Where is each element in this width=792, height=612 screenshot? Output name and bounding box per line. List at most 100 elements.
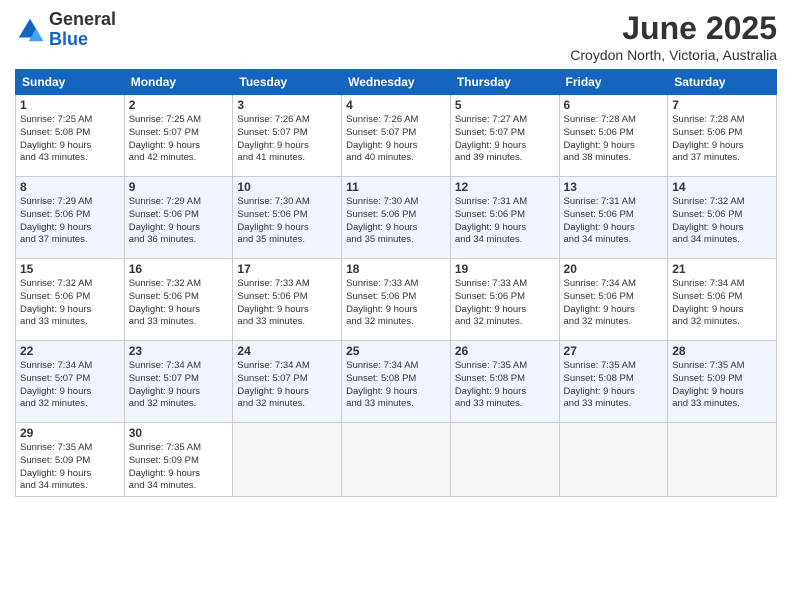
day-info: Sunrise: 7:26 AM Sunset: 5:07 PM Dayligh… xyxy=(346,114,446,165)
header-tuesday: Tuesday xyxy=(233,70,342,95)
day-info: Sunrise: 7:32 AM Sunset: 5:06 PM Dayligh… xyxy=(129,278,229,329)
logo: General Blue xyxy=(15,10,116,50)
calendar-row: 8Sunrise: 7:29 AM Sunset: 5:06 PM Daylig… xyxy=(16,177,777,259)
day-info: Sunrise: 7:31 AM Sunset: 5:06 PM Dayligh… xyxy=(455,196,555,247)
calendar-table: Sunday Monday Tuesday Wednesday Thursday… xyxy=(15,69,777,497)
header-row: Sunday Monday Tuesday Wednesday Thursday… xyxy=(16,70,777,95)
table-row: 9 Sunrise: 7:29 AM Sunset: 5:06 PM Daylig… xyxy=(124,177,233,259)
table-row: 27Sunrise: 7:35 AM Sunset: 5:08 PM Dayli… xyxy=(559,341,668,423)
table-row: 8Sunrise: 7:29 AM Sunset: 5:06 PM Daylig… xyxy=(16,177,125,259)
day-number: 2 xyxy=(129,98,229,112)
day-number: 24 xyxy=(237,344,337,358)
day-info: Sunrise: 7:30 AM Sunset: 5:06 PM Dayligh… xyxy=(237,196,337,247)
day-info: Sunrise: 7:35 AM Sunset: 5:09 PM Dayligh… xyxy=(129,442,229,493)
day-info: Sunrise: 7:29 AM Sunset: 5:06 PM Dayligh… xyxy=(20,196,120,247)
day-number: 3 xyxy=(237,98,337,112)
day-info: Sunrise: 7:28 AM Sunset: 5:06 PM Dayligh… xyxy=(672,114,772,165)
table-row: 10 Sunrise: 7:30 AM Sunset: 5:06 PM Dayli… xyxy=(233,177,342,259)
calendar-row: 29 Sunrise: 7:35 AM Sunset: 5:09 PM Dayli… xyxy=(16,423,777,497)
day-number: 6 xyxy=(564,98,664,112)
table-row: 13 Sunrise: 7:31 AM Sunset: 5:06 PM Dayli… xyxy=(559,177,668,259)
day-number: 5 xyxy=(455,98,555,112)
calendar-row: 22 Sunrise: 7:34 AM Sunset: 5:07 PM Dayli… xyxy=(16,341,777,423)
day-number: 26 xyxy=(455,344,555,358)
logo-icon xyxy=(15,15,45,45)
day-info: Sunrise: 7:35 AM Sunset: 5:08 PM Dayligh… xyxy=(455,360,555,411)
table-row: 7Sunrise: 7:28 AM Sunset: 5:06 PM Daylig… xyxy=(668,95,777,177)
day-info: Sunrise: 7:32 AM Sunset: 5:06 PM Dayligh… xyxy=(672,196,772,247)
table-row xyxy=(559,423,668,497)
location-subtitle: Croydon North, Victoria, Australia xyxy=(570,47,777,63)
table-row: 30 Sunrise: 7:35 AM Sunset: 5:09 PM Dayli… xyxy=(124,423,233,497)
day-info: Sunrise: 7:34 AM Sunset: 5:08 PM Dayligh… xyxy=(346,360,446,411)
table-row: 18 Sunrise: 7:33 AM Sunset: 5:06 PM Dayli… xyxy=(342,259,451,341)
page: General Blue June 2025 Croydon North, Vi… xyxy=(0,0,792,612)
header-sunday: Sunday xyxy=(16,70,125,95)
calendar-body: 1 Sunrise: 7:25 AM Sunset: 5:08 PM Daylig… xyxy=(16,95,777,497)
day-info: Sunrise: 7:34 AM Sunset: 5:06 PM Dayligh… xyxy=(672,278,772,329)
header-friday: Friday xyxy=(559,70,668,95)
table-row: 14 Sunrise: 7:32 AM Sunset: 5:06 PM Dayli… xyxy=(668,177,777,259)
table-row: 5Sunrise: 7:27 AM Sunset: 5:07 PM Daylig… xyxy=(450,95,559,177)
day-info: Sunrise: 7:34 AM Sunset: 5:06 PM Dayligh… xyxy=(564,278,664,329)
table-row: 25 Sunrise: 7:34 AM Sunset: 5:08 PM Dayli… xyxy=(342,341,451,423)
table-row: 11 Sunrise: 7:30 AM Sunset: 5:06 PM Dayli… xyxy=(342,177,451,259)
logo-general: General xyxy=(49,10,116,30)
header-monday: Monday xyxy=(124,70,233,95)
table-row: 12Sunrise: 7:31 AM Sunset: 5:06 PM Dayli… xyxy=(450,177,559,259)
table-row: 26 Sunrise: 7:35 AM Sunset: 5:08 PM Dayli… xyxy=(450,341,559,423)
day-info: Sunrise: 7:30 AM Sunset: 5:06 PM Dayligh… xyxy=(346,196,446,247)
day-number: 4 xyxy=(346,98,446,112)
table-row: 19Sunrise: 7:33 AM Sunset: 5:06 PM Dayli… xyxy=(450,259,559,341)
day-info: Sunrise: 7:25 AM Sunset: 5:07 PM Dayligh… xyxy=(129,114,229,165)
day-info: Sunrise: 7:26 AM Sunset: 5:07 PM Dayligh… xyxy=(237,114,337,165)
title-area: June 2025 Croydon North, Victoria, Austr… xyxy=(570,10,777,63)
table-row: 3 Sunrise: 7:26 AM Sunset: 5:07 PM Daylig… xyxy=(233,95,342,177)
table-row: 22 Sunrise: 7:34 AM Sunset: 5:07 PM Dayli… xyxy=(16,341,125,423)
day-info: Sunrise: 7:31 AM Sunset: 5:06 PM Dayligh… xyxy=(564,196,664,247)
day-number: 17 xyxy=(237,262,337,276)
day-number: 20 xyxy=(564,262,664,276)
table-row: 16Sunrise: 7:32 AM Sunset: 5:06 PM Dayli… xyxy=(124,259,233,341)
day-number: 10 xyxy=(237,180,337,194)
day-number: 15 xyxy=(20,262,120,276)
day-number: 18 xyxy=(346,262,446,276)
header: General Blue June 2025 Croydon North, Vi… xyxy=(15,10,777,63)
day-number: 29 xyxy=(20,426,120,440)
header-thursday: Thursday xyxy=(450,70,559,95)
table-row xyxy=(450,423,559,497)
day-number: 22 xyxy=(20,344,120,358)
header-wednesday: Wednesday xyxy=(342,70,451,95)
day-number: 1 xyxy=(20,98,120,112)
day-number: 14 xyxy=(672,180,772,194)
day-info: Sunrise: 7:34 AM Sunset: 5:07 PM Dayligh… xyxy=(129,360,229,411)
table-row: 15 Sunrise: 7:32 AM Sunset: 5:06 PM Dayli… xyxy=(16,259,125,341)
day-info: Sunrise: 7:34 AM Sunset: 5:07 PM Dayligh… xyxy=(20,360,120,411)
day-info: Sunrise: 7:28 AM Sunset: 5:06 PM Dayligh… xyxy=(564,114,664,165)
day-info: Sunrise: 7:35 AM Sunset: 5:09 PM Dayligh… xyxy=(20,442,120,493)
table-row: 21Sunrise: 7:34 AM Sunset: 5:06 PM Dayli… xyxy=(668,259,777,341)
table-row: 24Sunrise: 7:34 AM Sunset: 5:07 PM Dayli… xyxy=(233,341,342,423)
day-info: Sunrise: 7:33 AM Sunset: 5:06 PM Dayligh… xyxy=(237,278,337,329)
logo-text: General Blue xyxy=(49,10,116,50)
header-saturday: Saturday xyxy=(668,70,777,95)
day-info: Sunrise: 7:25 AM Sunset: 5:08 PM Dayligh… xyxy=(20,114,120,165)
table-row xyxy=(233,423,342,497)
table-row: 4 Sunrise: 7:26 AM Sunset: 5:07 PM Daylig… xyxy=(342,95,451,177)
day-number: 30 xyxy=(129,426,229,440)
day-number: 23 xyxy=(129,344,229,358)
day-number: 27 xyxy=(564,344,664,358)
day-number: 11 xyxy=(346,180,446,194)
table-row xyxy=(668,423,777,497)
calendar-row: 1 Sunrise: 7:25 AM Sunset: 5:08 PM Daylig… xyxy=(16,95,777,177)
day-number: 13 xyxy=(564,180,664,194)
day-number: 28 xyxy=(672,344,772,358)
day-number: 25 xyxy=(346,344,446,358)
table-row xyxy=(342,423,451,497)
day-info: Sunrise: 7:32 AM Sunset: 5:06 PM Dayligh… xyxy=(20,278,120,329)
day-info: Sunrise: 7:29 AM Sunset: 5:06 PM Dayligh… xyxy=(129,196,229,247)
table-row: 1 Sunrise: 7:25 AM Sunset: 5:08 PM Daylig… xyxy=(16,95,125,177)
day-info: Sunrise: 7:33 AM Sunset: 5:06 PM Dayligh… xyxy=(346,278,446,329)
day-number: 19 xyxy=(455,262,555,276)
day-number: 9 xyxy=(129,180,229,194)
